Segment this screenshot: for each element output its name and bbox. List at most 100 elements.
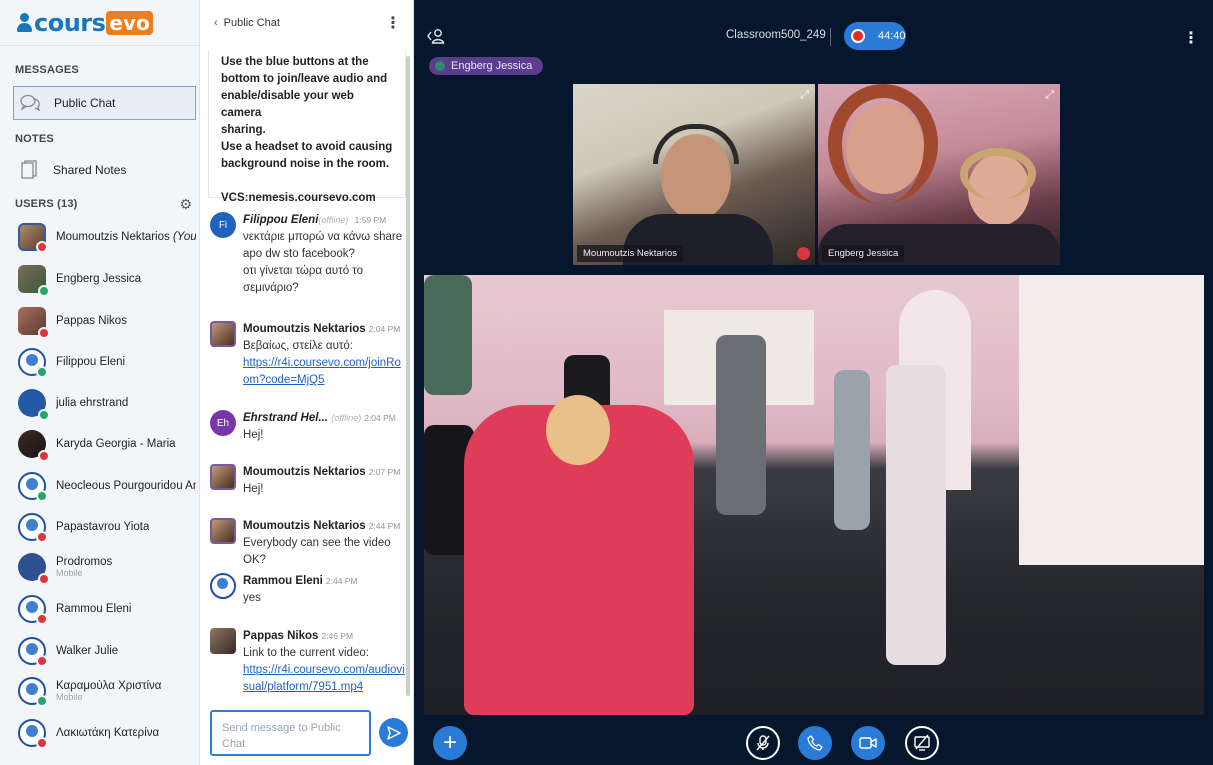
chat-message: Moumoutzis Nektarios 2:07 PM Hej! bbox=[210, 464, 406, 498]
actions-plus-button[interactable]: + bbox=[433, 726, 467, 760]
user-name: Pappas Nikos bbox=[56, 315, 127, 327]
user-list-item[interactable]: Karyda Georgia - Maria bbox=[18, 430, 176, 462]
messages-section-title: MESSAGES bbox=[15, 64, 79, 76]
recording-indicator[interactable]: 44:40 bbox=[844, 22, 906, 50]
user-avatar bbox=[18, 430, 50, 462]
author-avatar: Fi bbox=[210, 212, 236, 238]
screen-share-off-icon bbox=[914, 734, 930, 751]
user-list-item[interactable]: Filippou Eleni bbox=[18, 348, 125, 378]
coursevo-logo: cours evo bbox=[0, 0, 199, 46]
shared-notes-item[interactable]: Shared Notes bbox=[13, 153, 196, 187]
message-link[interactable]: https://r4i.coursevo.com/joinRo om?code=M… bbox=[243, 357, 401, 386]
author-avatar: Eh bbox=[210, 410, 236, 436]
message-time: 1:59 PM bbox=[354, 215, 387, 225]
talking-indicator[interactable]: Engberg Jessica bbox=[429, 57, 544, 75]
message-author: Filippou Eleni bbox=[243, 214, 319, 226]
chat-message-input[interactable]: Send message to Public Chat bbox=[210, 710, 371, 756]
webcam-video[interactable]: ⤢ Moumoutzis Nektarios bbox=[573, 84, 815, 265]
user-list-panel: cours evo MESSAGES Public Chat NOTES Sha… bbox=[0, 0, 200, 765]
message-author: Moumoutzis Nektarios bbox=[243, 520, 366, 532]
user-name: Rammou Eleni bbox=[56, 603, 132, 615]
options-menu-icon[interactable]: ⋮ bbox=[1183, 28, 1199, 48]
door-image bbox=[1019, 275, 1204, 565]
welcome-line: sharing. bbox=[221, 124, 266, 136]
message-text: σεμινάριο? bbox=[243, 282, 299, 294]
message-time: 2:04 PM bbox=[368, 324, 401, 334]
author-avatar bbox=[210, 464, 236, 490]
author-avatar bbox=[210, 321, 236, 347]
user-avatar bbox=[18, 389, 50, 421]
fullscreen-icon[interactable]: ⤢ bbox=[800, 89, 809, 102]
user-list-item[interactable]: Pappas Nikos bbox=[18, 307, 127, 339]
webcam-video[interactable]: ⤢ Engberg Jessica bbox=[818, 84, 1060, 265]
user-list-item[interactable]: Rammou Eleni bbox=[18, 595, 132, 625]
notes-section-title: NOTES bbox=[15, 133, 54, 145]
chevron-left-icon: ‹ bbox=[214, 17, 218, 29]
message-text: yes bbox=[243, 592, 261, 604]
welcome-line: bottom to join/leave audio and bbox=[221, 73, 388, 85]
muted-badge-icon bbox=[38, 327, 50, 339]
send-message-button[interactable] bbox=[379, 718, 408, 747]
toggle-user-list-button[interactable] bbox=[427, 28, 445, 47]
user-name: Walker Julie bbox=[56, 645, 119, 657]
users-section-header: USERS (13) ⚙ bbox=[0, 194, 199, 214]
send-icon bbox=[386, 725, 401, 740]
user-list-item[interactable]: Engberg Jessica bbox=[18, 265, 141, 297]
person-image bbox=[716, 335, 766, 515]
user-name: Karyda Georgia - Maria bbox=[56, 438, 176, 450]
gear-icon[interactable]: ⚙ bbox=[179, 196, 192, 213]
muted-badge-icon bbox=[36, 531, 48, 543]
user-avatar bbox=[18, 472, 48, 502]
chat-title: Public Chat bbox=[223, 17, 280, 29]
message-link[interactable]: https://r4i.coursevo.com/audiovi sual/pla… bbox=[243, 664, 405, 693]
audio-badge-icon bbox=[38, 409, 50, 421]
brand-text-cours: cours bbox=[34, 8, 106, 37]
user-name: Papastavrou Yiota bbox=[56, 521, 150, 533]
composer-placeholder: Chat bbox=[222, 738, 246, 750]
message-text: apo dw sto facebook? bbox=[243, 248, 355, 260]
mute-button[interactable] bbox=[746, 726, 780, 760]
video-button[interactable] bbox=[851, 726, 885, 760]
message-text: Βεβαίως, στείλε αυτό: bbox=[243, 340, 353, 352]
leave-audio-button[interactable] bbox=[798, 726, 832, 760]
person-icon bbox=[16, 12, 32, 33]
user-list-item[interactable]: Walker Julie bbox=[18, 637, 119, 667]
chat-message: Moumoutzis Nektarios 2:44 PM Everybody ca… bbox=[210, 518, 406, 569]
user-list-item[interactable]: Papastavrou Yiota bbox=[18, 513, 150, 543]
shared-notes-label: Shared Notes bbox=[53, 163, 127, 177]
message-link-line: om?code=MjQ5 bbox=[243, 374, 325, 386]
muted-badge-icon bbox=[36, 655, 48, 667]
user-list-item[interactable]: julia ehrstrand bbox=[18, 389, 129, 421]
presentation-area: Classroom500_249 44:40 ⋮ Engberg Jessica… bbox=[414, 0, 1213, 765]
user-list-item[interactable]: Λακιωτάκη Κατερίνα bbox=[18, 719, 159, 749]
you-label: (You) bbox=[172, 231, 196, 243]
notes-document-icon bbox=[19, 160, 39, 180]
user-name: Prodromos bbox=[56, 556, 113, 568]
user-avatar bbox=[18, 677, 48, 707]
screen-share-button[interactable] bbox=[905, 726, 939, 760]
chat-scrollbar[interactable] bbox=[406, 56, 410, 696]
chat-message: Eh Ehrstrand Hel... (offline) 2:04 PM Hej… bbox=[210, 410, 406, 444]
user-list-item[interactable]: Moumoutzis Nektarios (You) bbox=[18, 223, 196, 253]
fullscreen-icon[interactable]: ⤢ bbox=[1045, 89, 1054, 102]
user-name: julia ehrstrand bbox=[56, 397, 129, 409]
public-chat-item[interactable]: Public Chat bbox=[13, 86, 196, 120]
author-avatar bbox=[210, 628, 236, 654]
shared-video[interactable] bbox=[424, 275, 1204, 715]
user-list-item[interactable]: Prodromos Mobile bbox=[18, 553, 113, 585]
user-avatar bbox=[18, 637, 48, 667]
message-link-line: sual/platform/7951.mp4 bbox=[243, 681, 364, 693]
chat-options-icon[interactable]: ⋮ bbox=[385, 13, 401, 33]
message-author: Moumoutzis Nektarios bbox=[243, 323, 366, 335]
hide-chat-button[interactable]: ‹ Public Chat bbox=[214, 17, 280, 29]
user-name: Moumoutzis Nektarios bbox=[56, 231, 170, 243]
message-time: 2:46 PM bbox=[321, 631, 354, 641]
chat-message: Pappas Nikos 2:46 PM Link to the current … bbox=[210, 628, 406, 696]
message-author: Rammou Eleni bbox=[243, 575, 323, 587]
divider bbox=[830, 28, 831, 46]
user-avatar bbox=[18, 595, 48, 625]
user-avatar bbox=[18, 307, 50, 339]
muted-badge-icon bbox=[38, 573, 50, 585]
user-list-item[interactable]: Καραμούλα Χριστίνα Mobile bbox=[18, 677, 161, 707]
user-list-item[interactable]: Neocleous Pourgouridou An... bbox=[18, 472, 196, 502]
